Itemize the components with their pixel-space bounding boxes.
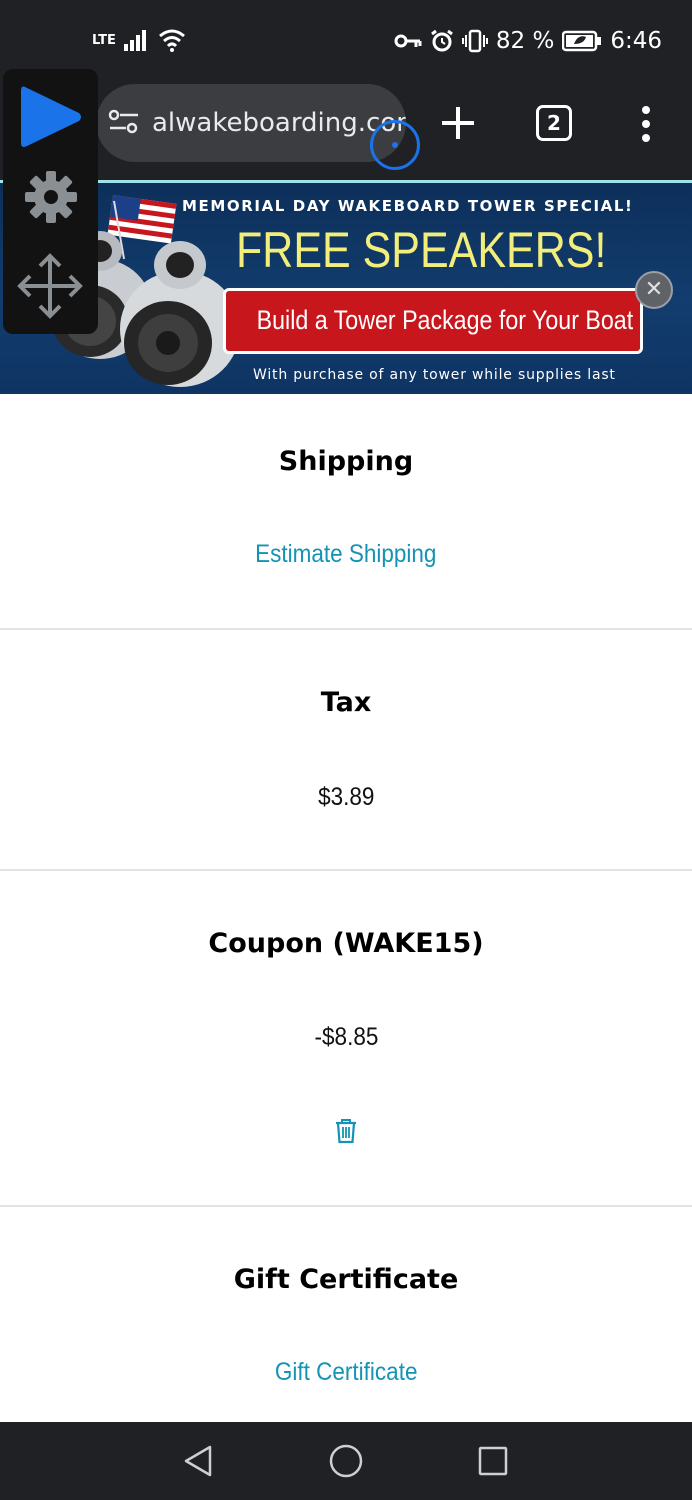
vibrate-icon — [461, 29, 488, 53]
status-left: LTE — [92, 28, 186, 52]
battery-percent: 82 % — [495, 28, 555, 54]
battery-saver-icon — [562, 30, 602, 52]
gear-icon[interactable] — [23, 169, 79, 225]
coupon-amount: -$8.85 — [314, 1023, 378, 1051]
more-vert-icon[interactable] — [633, 104, 659, 144]
new-tab-plus-icon[interactable] — [436, 101, 480, 145]
alarm-icon — [431, 29, 453, 52]
estimate-shipping-label: Estimate Shipping — [255, 540, 437, 568]
banner-promo: FREE SPEAKERS! — [236, 222, 607, 278]
move-icon[interactable] — [16, 252, 84, 320]
status-bar: LTE 82 % 6:46 — [0, 0, 692, 86]
vpn-key-icon — [394, 34, 422, 48]
clock: 6:46 — [610, 28, 662, 54]
tune-icon[interactable] — [108, 108, 140, 136]
recents-icon[interactable] — [478, 1446, 508, 1476]
coupon-section: Coupon (WAKE15) -$8.85 — [0, 871, 692, 1207]
trash-icon[interactable] — [335, 1118, 357, 1144]
shipping-section: Shipping Estimate Shipping — [0, 394, 692, 630]
url-text[interactable]: alwakeboarding.com — [152, 108, 406, 138]
status-right: 82 % 6:46 — [394, 28, 662, 54]
tax-amount: $3.89 — [317, 783, 375, 811]
record-indicator-icon — [370, 120, 420, 170]
gift-certificate-section: Gift Certificate Gift Certificate — [0, 1207, 692, 1422]
build-tower-button-label: Build a Tower Package for Your Boat — [256, 305, 634, 335]
coupon-title: Coupon (WAKE15) — [208, 928, 484, 959]
browser-chrome: LTE 82 % 6:46 alwakeboarding.com 2 — [0, 0, 692, 180]
build-tower-button[interactable]: Build a Tower Package for Your Boat — [223, 288, 643, 354]
tabs-icon[interactable]: 2 — [536, 105, 572, 141]
banner-headline: MEMORIAL DAY WAKEBOARD TOWER SPECIAL! — [182, 197, 634, 215]
address-bar[interactable]: alwakeboarding.com — [96, 84, 406, 162]
shipping-title: Shipping — [278, 446, 414, 477]
back-icon[interactable] — [182, 1444, 214, 1478]
tax-title: Tax — [320, 687, 372, 718]
network-type: LTE — [92, 32, 116, 48]
promo-banner[interactable]: MEMORIAL DAY WAKEBOARD TOWER SPECIAL! FR… — [0, 180, 692, 394]
tax-section: Tax $3.89 — [0, 630, 692, 871]
banner-subtext: With purchase of any tower while supplie… — [253, 367, 616, 383]
play-icon[interactable] — [19, 83, 83, 151]
floating-control-overlay — [3, 69, 98, 334]
gift-certificate-link[interactable]: Gift Certificate — [0, 1358, 692, 1387]
gift-certificate-title: Gift Certificate — [233, 1264, 459, 1295]
estimate-shipping-link[interactable]: Estimate Shipping — [0, 540, 692, 569]
gift-certificate-label: Gift Certificate — [274, 1358, 418, 1386]
wifi-icon — [158, 29, 185, 52]
coupon-value: -$8.85 — [0, 1023, 692, 1052]
signal-icon — [123, 30, 146, 51]
close-banner-icon[interactable]: ✕ — [635, 271, 673, 309]
home-icon[interactable] — [329, 1444, 363, 1478]
system-nav-bar — [0, 1422, 692, 1500]
tax-value: $3.89 — [0, 783, 692, 812]
